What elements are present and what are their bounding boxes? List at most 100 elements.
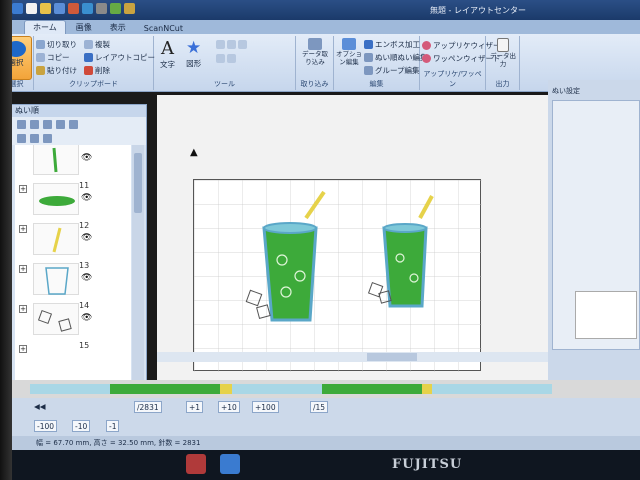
eye-icon[interactable]: 👁 <box>81 313 92 323</box>
canvas-horizontal-scrollbar[interactable] <box>157 352 553 362</box>
step-plus-100-button[interactable]: +100 <box>252 401 279 413</box>
tab-view[interactable]: 表示 <box>102 21 134 34</box>
color-icon[interactable] <box>43 119 52 129</box>
zoom-fit-icon[interactable] <box>238 40 247 49</box>
zoom-tools <box>216 40 247 49</box>
tab-scanncut[interactable]: ScanNCut <box>136 23 191 34</box>
list-item[interactable]: 👁 <box>15 145 131 179</box>
move-up-icon[interactable] <box>17 119 26 129</box>
save-icon[interactable] <box>54 3 65 14</box>
step-minus-100-button[interactable]: -100 <box>34 420 58 432</box>
duplicate-icon <box>84 40 93 49</box>
options-edit-button[interactable]: オプション編集 <box>336 38 362 66</box>
clipboard-group: 切り取り 複製 コピー レイアウトコピー 貼り付け 削除 クリップボード <box>34 36 155 90</box>
cut-label: 切り取り <box>47 40 77 49</box>
cut-button[interactable]: 切り取り <box>36 39 77 50</box>
taskbar-app-icon[interactable] <box>186 454 206 474</box>
embroidery-hoop-grid[interactable] <box>193 179 482 372</box>
view-toggle-icon[interactable] <box>69 119 78 129</box>
filter-icon[interactable] <box>43 133 52 143</box>
step-plus-1-button[interactable]: +1 <box>186 401 204 413</box>
list-item[interactable]: + 14 👁 <box>15 299 131 339</box>
edit-group: オプション編集 エンボス加工 ぬい順ぬい編集 グループ編集 編集 <box>334 36 428 90</box>
expand-icon[interactable]: + <box>19 265 27 273</box>
design-artwork <box>194 180 482 372</box>
status-bar: 幅 = 67.70 mm, 高さ = 32.50 mm, 針数 = 2831 <box>0 436 640 450</box>
settings-icon[interactable] <box>124 3 135 14</box>
expand-icon[interactable]: + <box>19 305 27 313</box>
hand-icon[interactable] <box>227 54 236 63</box>
layout-copy-icon <box>84 53 93 62</box>
stitch-simulator-controls: ◀◀ /2831 +1 +10 +100 /15 -100 -10 -1 <box>10 398 640 436</box>
delete-button[interactable]: 削除 <box>84 65 110 76</box>
thumbnail <box>33 183 79 215</box>
text-button[interactable]: A 文字 <box>160 38 175 70</box>
lock-icon[interactable] <box>30 133 39 143</box>
view-icon[interactable] <box>110 3 121 14</box>
paste-button[interactable]: 貼り付け <box>36 65 77 76</box>
output-icon <box>497 38 509 52</box>
eye-icon[interactable]: 👁 <box>81 273 92 283</box>
timeline-segment <box>110 384 220 394</box>
design-canvas[interactable]: ▲ <box>157 95 555 392</box>
output-group: データ出力 出力 <box>486 36 520 90</box>
title-bar: 無題 - レイアウトセンター <box>10 0 640 20</box>
stitch-edit-button[interactable]: ぬい順ぬい編集 <box>364 52 428 63</box>
new-icon[interactable] <box>26 3 37 14</box>
app-icon[interactable] <box>12 3 23 14</box>
scrollbar-thumb[interactable] <box>367 353 417 361</box>
taskbar-app-icon[interactable] <box>220 454 240 474</box>
tab-image[interactable]: 画像 <box>68 21 100 34</box>
list-item[interactable]: + 11 👁 <box>15 179 131 219</box>
eye-icon[interactable]: 👁 <box>81 233 92 243</box>
move-down-icon[interactable] <box>30 119 39 129</box>
ribbon-tabs: ホーム 画像 表示 ScanNCut <box>10 20 640 34</box>
copy-button[interactable]: コピー <box>36 52 70 63</box>
expand-icon[interactable]: + <box>19 225 27 233</box>
expand-icon[interactable]: + <box>19 345 27 353</box>
redo-icon[interactable] <box>82 3 93 14</box>
expand-icon[interactable]: + <box>19 185 27 193</box>
group-edit-label: グループ編集 <box>375 66 420 75</box>
layout-copy-label: レイアウトコピー <box>95 53 155 62</box>
tab-home[interactable]: ホーム <box>24 20 66 34</box>
open-icon[interactable] <box>40 3 51 14</box>
step-plus-10-button[interactable]: +10 <box>218 401 240 413</box>
emboss-button[interactable]: エンボス加工 <box>364 39 420 50</box>
eye-icon[interactable]: 👁 <box>81 193 92 203</box>
step-minus-10-button[interactable]: -10 <box>72 420 91 432</box>
stitch-order-toolbar <box>11 117 146 131</box>
eye-icon[interactable]: 👁 <box>81 153 92 163</box>
paste-label: 貼り付け <box>47 66 77 75</box>
item-number: 12 <box>79 221 90 230</box>
list-item[interactable]: + 13 👁 <box>15 259 131 299</box>
heart-icon <box>422 41 431 50</box>
step-minus-1-button[interactable]: -1 <box>106 420 120 432</box>
duplicate-button[interactable]: 複製 <box>84 39 110 50</box>
stitch-timeline[interactable] <box>10 380 640 398</box>
delete-icon <box>84 66 93 75</box>
stitch-order-scrollbar[interactable] <box>132 145 144 397</box>
item-number: 13 <box>79 261 90 270</box>
data-import-button[interactable]: データ取り込み <box>300 38 330 66</box>
print-icon[interactable] <box>96 3 107 14</box>
layout-copy-button[interactable]: レイアウトコピー <box>84 52 155 63</box>
pointer-icon[interactable] <box>216 54 225 63</box>
scrollbar-thumb[interactable] <box>134 153 142 213</box>
timeline-segment <box>30 384 110 394</box>
options-edit-label: オプション編集 <box>336 50 362 66</box>
list-item[interactable]: + 12 👁 <box>15 219 131 259</box>
group-edit-button[interactable]: グループ編集 <box>364 65 420 76</box>
undo-icon[interactable] <box>68 3 79 14</box>
list-item[interactable]: + 15 <box>15 339 131 379</box>
rewind-button[interactable]: ◀◀ <box>34 402 46 411</box>
zoom-out-icon[interactable] <box>227 40 236 49</box>
zoom-in-icon[interactable] <box>216 40 225 49</box>
settings-preview-box <box>575 291 637 339</box>
paste-icon <box>36 66 45 75</box>
patch-icon <box>422 54 431 63</box>
shape-button[interactable]: ★ 図形 <box>186 38 201 69</box>
eye-all-icon[interactable] <box>17 133 26 143</box>
data-output-button[interactable]: データ出力 <box>490 38 516 68</box>
sort-icon[interactable] <box>56 119 65 129</box>
